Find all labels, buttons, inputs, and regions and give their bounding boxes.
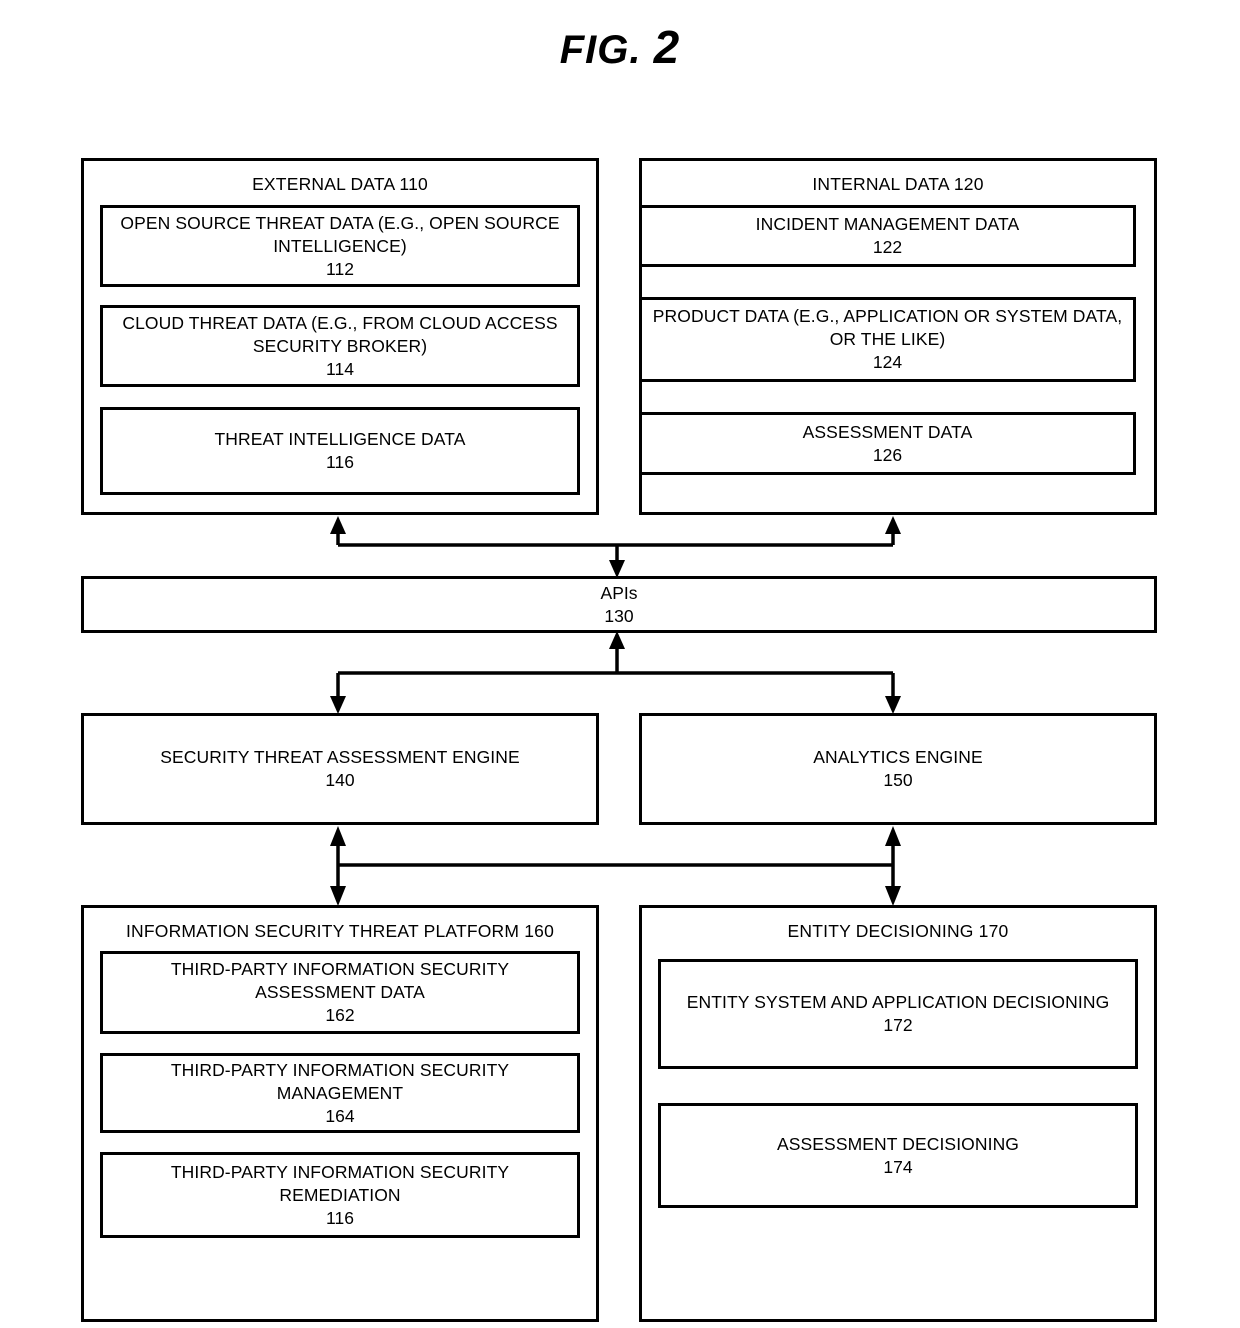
arrow-up-security-engine-bottom	[330, 826, 346, 846]
cloud-threat-data-box: CLOUD THREAT DATA (E.G., FROM CLOUD ACCE…	[100, 305, 580, 387]
third-party-remediation-box: THIRD-PARTY INFORMATION SECURITY REMEDIA…	[100, 1152, 580, 1238]
apis-box: APIs 130	[81, 576, 1157, 633]
security-threat-assessment-engine-text: SECURITY THREAT ASSESSMENT ENGINE	[160, 747, 520, 767]
third-party-assessment-data-box: THIRD-PARTY INFORMATION SECURITY ASSESSM…	[100, 951, 580, 1034]
apis-num: 130	[604, 605, 634, 626]
assessment-decisioning-text: ASSESSMENT DECISIONING	[776, 1133, 1020, 1154]
arrow-up-external-data	[330, 516, 346, 534]
assessment-decisioning-box: ASSESSMENT DECISIONING 174	[658, 1103, 1138, 1208]
product-data-num: 124	[872, 352, 903, 372]
arrow-down-entity-decisioning	[885, 886, 901, 906]
cloud-threat-data-text: CLOUD THREAT DATA (E.G., FROM CLOUD ACCE…	[122, 312, 558, 356]
incident-management-data-text: INCIDENT MANAGEMENT DATA	[755, 214, 1020, 234]
arrow-up-apis-bottom	[609, 631, 625, 649]
open-source-threat-data-box: OPEN SOURCE THREAT DATA (E.G., OPEN SOUR…	[100, 205, 580, 287]
assessment-data-text: ASSESSMENT DATA	[802, 421, 973, 442]
security-threat-assessment-engine-box: SECURITY THREAT ASSESSMENT ENGINE 140	[81, 713, 599, 825]
third-party-assessment-data-text: THIRD-PARTY INFORMATION SECURITY ASSESSM…	[170, 959, 510, 1002]
arrow-down-analytics-engine	[885, 696, 901, 714]
incident-management-data-num: 122	[872, 237, 903, 257]
analytics-engine-text: ANALYTICS ENGINE	[813, 747, 983, 767]
threat-intelligence-data-box: THREAT INTELLIGENCE DATA 116	[100, 407, 580, 495]
apis-text: APIs	[600, 582, 638, 603]
cloud-threat-data-num: 114	[326, 358, 354, 379]
figure-label: FIG.	[559, 28, 642, 72]
third-party-management-box: THIRD-PARTY INFORMATION SECURITY MANAGEM…	[100, 1053, 580, 1133]
open-source-threat-data-text: OPEN SOURCE THREAT DATA (E.G., OPEN SOUR…	[120, 212, 560, 256]
incident-management-data-box: INCIDENT MANAGEMENT DATA 122	[639, 205, 1136, 267]
product-data-box: PRODUCT DATA (E.G., APPLICATION OR SYSTE…	[639, 297, 1136, 382]
arrow-down-security-engine	[330, 696, 346, 714]
threat-intelligence-data-text: THREAT INTELLIGENCE DATA	[214, 429, 466, 449]
analytics-engine-num: 150	[883, 770, 913, 790]
product-data-text: PRODUCT DATA (E.G., APPLICATION OR SYSTE…	[652, 306, 1123, 349]
arrow-down-platform	[330, 886, 346, 906]
third-party-management-text: THIRD-PARTY INFORMATION SECURITY MANAGEM…	[170, 1059, 510, 1103]
entity-system-application-decisioning-num: 172	[883, 1015, 913, 1035]
figure-diagram: FIG. 2 EXTERNAL DATA 110 OPEN SOURCE THR…	[0, 0, 1240, 1328]
security-threat-assessment-engine-num: 140	[325, 770, 355, 790]
assessment-data-box: ASSESSMENT DATA 126	[639, 412, 1136, 475]
third-party-remediation-num: 116	[326, 1207, 354, 1228]
external-data-title: EXTERNAL DATA 110	[252, 174, 428, 194]
threat-intelligence-data-num: 116	[326, 452, 354, 472]
assessment-data-num: 126	[872, 444, 903, 465]
arrow-up-analytics-engine-bottom	[885, 826, 901, 846]
figure-title: FIG. 2	[0, 20, 1240, 74]
arrow-up-internal-data	[885, 516, 901, 534]
open-source-threat-data-num: 112	[326, 258, 354, 279]
entity-decisioning-title: ENTITY DECISIONING 170	[787, 921, 1009, 941]
analytics-engine-box: ANALYTICS ENGINE 150	[639, 713, 1157, 825]
third-party-assessment-data-num: 162	[325, 1005, 355, 1025]
third-party-remediation-text: THIRD-PARTY INFORMATION SECURITY REMEDIA…	[170, 1161, 510, 1205]
figure-number: 2	[653, 21, 681, 73]
third-party-management-num: 164	[325, 1105, 355, 1126]
assessment-decisioning-num: 174	[883, 1156, 913, 1177]
internal-data-title: INTERNAL DATA 120	[812, 174, 984, 194]
information-security-threat-platform-title: INFORMATION SECURITY THREAT PLATFORM 160	[125, 921, 555, 941]
entity-system-application-decisioning-text: ENTITY SYSTEM AND APPLICATION DECISIONIN…	[686, 992, 1110, 1012]
entity-system-application-decisioning-box: ENTITY SYSTEM AND APPLICATION DECISIONIN…	[658, 959, 1138, 1069]
